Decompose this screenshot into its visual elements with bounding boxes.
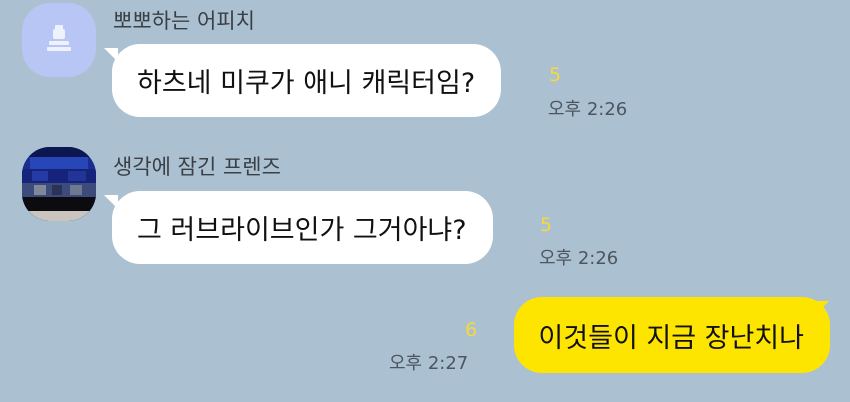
- message-bubble[interactable]: 그 러브라이브인가 그거아냐?: [112, 191, 493, 264]
- pixelated-photo-icon: [22, 147, 96, 221]
- message-bubble[interactable]: 하츠네 미쿠가 애니 캐릭터임?: [112, 44, 502, 117]
- sender-avatar[interactable]: [22, 3, 96, 77]
- unread-count: 6: [465, 319, 478, 341]
- sender-name: 생각에 잠긴 프렌즈: [113, 155, 281, 179]
- message-time: 오후 2:26: [539, 248, 619, 269]
- bubble-tail: [815, 301, 829, 315]
- unread-count: 5: [540, 214, 553, 236]
- message-time: 오후 2:27: [389, 353, 469, 374]
- sender-avatar[interactable]: [22, 147, 96, 221]
- unread-count: 5: [549, 64, 562, 86]
- message-bubble[interactable]: 이것들이 지금 장난치나: [514, 297, 830, 373]
- message-time: 오후 2:26: [548, 99, 628, 120]
- default-profile-icon: [47, 25, 71, 51]
- sender-name: 뽀뽀하는 어피치: [113, 9, 255, 33]
